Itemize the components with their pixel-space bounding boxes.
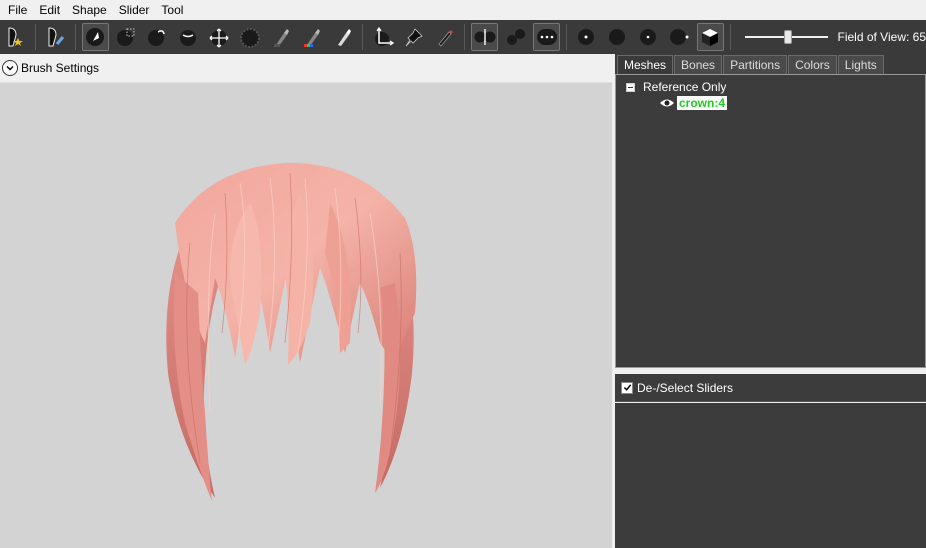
toolbar-separator [566,24,568,50]
brush-settings-header[interactable]: Brush Settings [0,54,612,83]
new-project-button[interactable] [2,23,29,51]
load-reference-button[interactable] [42,23,69,51]
checkmark-icon [623,384,631,391]
alpha-brush-button[interactable] [329,23,356,51]
smooth-brush-button[interactable] [237,23,264,51]
menu-edit[interactable]: Edit [33,0,66,20]
select-sliders-checkbox[interactable] [621,381,633,394]
hair-mesh [166,162,417,501]
select-arrow-icon [86,28,105,46]
right-panel-tabs: Meshes Bones Partitions Colors Lights [615,54,926,74]
transform-axes-icon [374,26,394,46]
tab-lights[interactable]: Lights [837,55,884,74]
pivot-tool-button[interactable] [400,23,427,51]
slider-toggle-row[interactable]: De-/Select Sliders [615,374,926,402]
vertex-points-button[interactable] [573,23,600,51]
tree-root-label: Reference Only [643,80,727,94]
select-sliders-label: De-/Select Sliders [637,380,734,395]
mask-view-button[interactable] [696,23,724,51]
textures-button[interactable] [666,23,693,51]
global-brush-button[interactable] [533,23,561,51]
weight-brush-button[interactable] [268,23,295,51]
tab-partitions[interactable]: Partitions [723,55,788,74]
menu-shape[interactable]: Shape [66,0,113,20]
connected-spheres-icon [506,29,525,45]
slider-thumb[interactable] [783,30,792,44]
mask-brush-icon [117,28,135,46]
menu-bar: File Edit Shape Slider Tool [0,0,926,20]
color-brush-button[interactable] [298,23,325,51]
silhouette-brush-icon [48,27,65,47]
lit-sphere-icon [640,29,657,45]
field-of-view-slider[interactable] [744,27,828,47]
menu-slider[interactable]: Slider [113,0,156,20]
inflate-brush-button[interactable] [144,23,171,51]
3d-viewport[interactable] [0,83,612,548]
vertex-edit-button[interactable] [431,23,458,51]
cube-icon [702,29,719,46]
silhouette-star-icon [8,27,24,47]
brush-settings-title: Brush Settings [21,61,100,75]
dot-sphere-icon [578,29,595,45]
x-mirror-icon [474,29,496,45]
color-brush-icon [303,29,320,47]
toolbar-separator [34,24,36,50]
textured-sphere-icon [670,29,689,45]
move-brush-icon [209,28,229,48]
deflate-brush-icon [180,30,197,46]
inflate-brush-icon [148,30,165,46]
pencil-icon [438,30,453,47]
transform-tool-button[interactable] [369,23,396,51]
tree-item-mesh[interactable]: crown:4 [659,96,728,110]
sphere-icon [609,29,626,45]
tab-bones[interactable]: Bones [674,55,723,74]
menu-tool[interactable]: Tool [155,0,189,20]
weight-brush-icon [273,29,289,47]
collapse-icon[interactable] [626,82,635,92]
toolbar-separator [362,24,364,50]
eye-icon[interactable] [659,97,675,109]
menu-file[interactable]: File [2,0,33,20]
toolbar-separator [74,24,76,50]
alpha-brush-icon [337,29,351,46]
move-brush-button[interactable] [206,23,233,51]
toolbar-separator [464,24,466,50]
tab-meshes[interactable]: Meshes [617,55,674,74]
toolbar-separator [729,24,731,50]
global-brush-icon [536,29,557,45]
deflate-brush-button[interactable] [175,23,202,51]
select-tool-button[interactable] [81,23,109,51]
mesh-name[interactable]: crown:4 [677,96,728,110]
lighting-button[interactable] [635,23,662,51]
wireframe-button[interactable] [604,23,631,51]
field-of-view-label: Field of View: 65 [837,30,926,44]
mesh-tree: Reference Only crown:4 [615,74,926,368]
smooth-brush-icon [240,28,261,48]
mask-brush-button[interactable] [113,23,140,51]
chevron-down-icon[interactable] [2,60,18,76]
toolbar: Field of View: 65 [0,20,926,54]
pin-icon [405,28,423,47]
x-mirror-button[interactable] [471,23,499,51]
tree-root-reference[interactable]: Reference Only [626,80,726,94]
connected-only-button[interactable] [502,23,529,51]
slider-list [615,403,926,548]
tab-colors[interactable]: Colors [788,55,837,74]
